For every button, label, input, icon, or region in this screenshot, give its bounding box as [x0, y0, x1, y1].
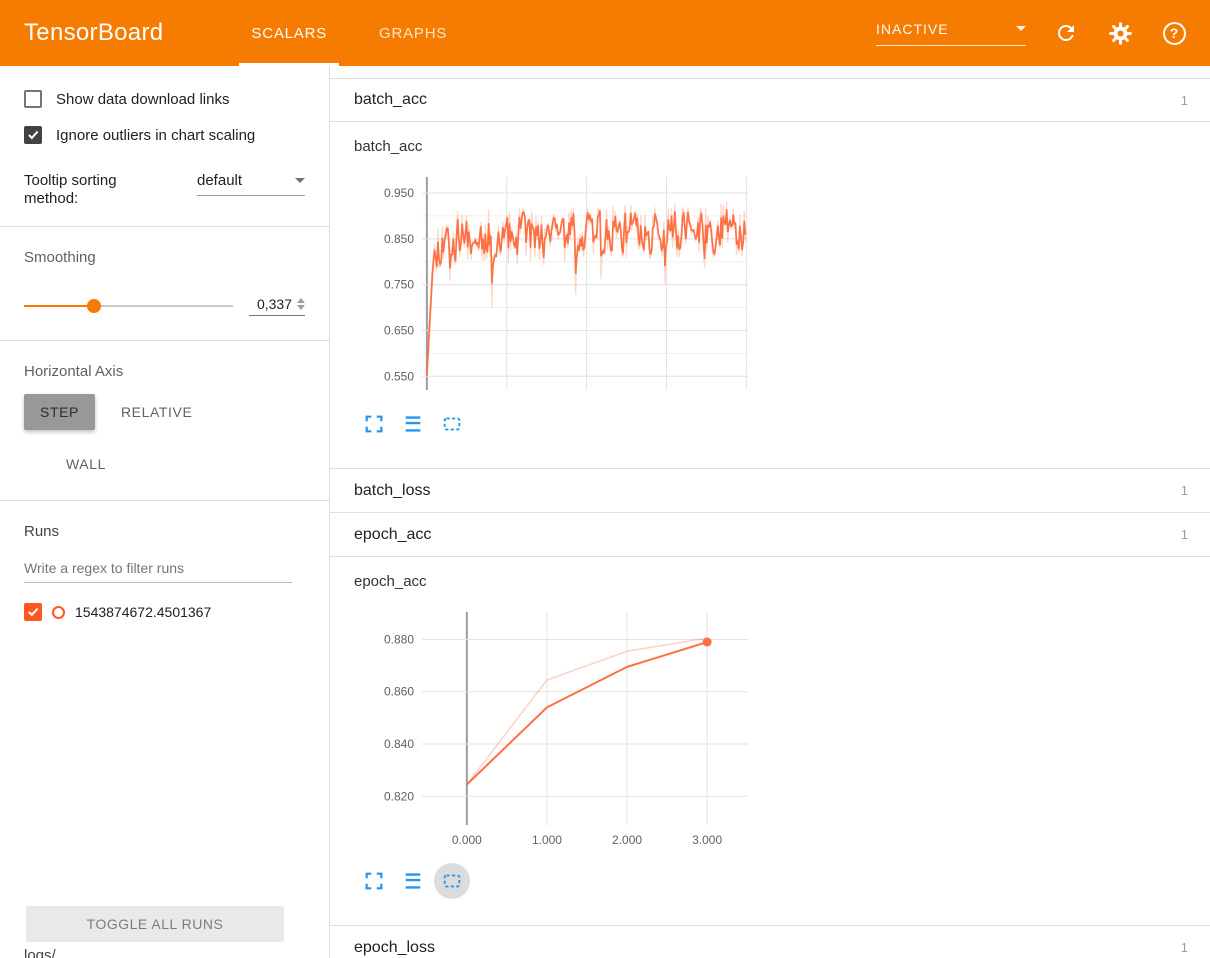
expand-chart-button[interactable]: [356, 863, 392, 899]
svg-text:3.000: 3.000: [692, 833, 722, 847]
epoch-acc-chart[interactable]: 0.820 0.840 0.860 0.880 0.000 1.000 2.000 3.000: [360, 604, 752, 851]
tab-graphs[interactable]: GRAPHS: [353, 0, 473, 66]
category-count: 1: [1181, 527, 1188, 542]
tooltip-sorting-select[interactable]: default: [197, 172, 305, 196]
axis-wall-button[interactable]: WALL: [50, 446, 122, 482]
sidebar: Show data download links Ignore outliers…: [0, 66, 330, 958]
tooltip-sorting-label: Tooltip sorting method:: [24, 172, 154, 208]
svg-text:0.750: 0.750: [384, 278, 414, 292]
download-links-checkbox[interactable]: [24, 90, 42, 108]
expand-chart-button[interactable]: [356, 406, 392, 442]
svg-text:0.850: 0.850: [384, 232, 414, 246]
refresh-icon[interactable]: [1052, 19, 1080, 47]
smoothing-label: Smoothing: [24, 249, 305, 266]
chart-actions: [356, 863, 1210, 899]
category-batch-loss[interactable]: batch_loss 1: [330, 469, 1210, 513]
category-count: 1: [1181, 940, 1188, 955]
tab-graphs-label: GRAPHS: [379, 25, 447, 42]
chevron-down-icon: [1016, 26, 1026, 31]
help-icon[interactable]: ?: [1160, 19, 1188, 47]
category-title: epoch_loss: [354, 939, 435, 957]
fit-domain-icon: [441, 870, 463, 892]
tab-scalars-label: SCALARS: [251, 25, 327, 42]
status-select-value: INACTIVE: [876, 21, 949, 37]
chevron-down-icon: [295, 178, 305, 183]
fullscreen-icon: [363, 870, 385, 892]
log-scale-button[interactable]: [395, 863, 431, 899]
app-title: TensorBoard: [24, 19, 163, 47]
batch-acc-chart[interactable]: 0.550 0.650 0.750 0.850 0.950: [360, 169, 752, 394]
axis-relative-button[interactable]: RELATIVE: [105, 394, 208, 430]
number-spinner[interactable]: [297, 298, 305, 310]
svg-text:2.000: 2.000: [612, 833, 642, 847]
runs-label: Runs: [24, 523, 305, 540]
category-epoch-loss[interactable]: epoch_loss 1: [330, 926, 1210, 958]
toggle-all-runs-button[interactable]: TOGGLE ALL RUNS: [26, 906, 284, 942]
fit-domain-icon: [441, 413, 463, 435]
nav-tabs: SCALARS GRAPHS: [225, 0, 473, 66]
scalars-dashboard: batch_acc 1 batch_acc 0.550 0.650 0.750 0.8…: [330, 66, 1210, 958]
ignore-outliers-label: Ignore outliers in chart scaling: [56, 127, 255, 144]
status-select[interactable]: INACTIVE: [876, 21, 1026, 46]
chart-title: epoch_acc: [354, 573, 1210, 590]
smoothing-slider-thumb[interactable]: [87, 299, 101, 313]
svg-text:0.550: 0.550: [384, 369, 414, 383]
chart-card-epoch-acc: epoch_acc 0.820 0.840 0.860 0.880 0.000 1.000…: [330, 557, 1210, 926]
log-scale-button[interactable]: [395, 406, 431, 442]
run-group-label: logs/: [24, 947, 56, 958]
axis-step-button[interactable]: STEP: [24, 394, 95, 430]
header-actions: INACTIVE: [876, 19, 1188, 47]
svg-text:1.000: 1.000: [532, 833, 562, 847]
spinner-up-icon[interactable]: [297, 298, 305, 303]
svg-text:0.650: 0.650: [384, 323, 414, 337]
category-batch-acc[interactable]: batch_acc 1: [330, 78, 1210, 122]
chart-title: batch_acc: [354, 138, 1210, 155]
app-header: TensorBoard SCALARS GRAPHS INACTIVE: [0, 0, 1210, 66]
download-links-label: Show data download links: [56, 91, 229, 108]
category-count: 1: [1181, 483, 1188, 498]
chart-card-batch-acc: batch_acc 0.550 0.650 0.750 0.850 0.950: [330, 122, 1210, 469]
horizontal-axis-label: Horizontal Axis: [24, 363, 305, 380]
fit-domain-button[interactable]: [434, 406, 470, 442]
tooltip-sorting-value: default: [197, 172, 242, 189]
svg-text:0.840: 0.840: [384, 737, 414, 751]
svg-text:0.860: 0.860: [384, 685, 414, 699]
category-title: epoch_acc: [354, 526, 431, 544]
svg-text:0.880: 0.880: [384, 632, 414, 646]
run-name: 1543874672.4501367: [75, 604, 211, 620]
category-title: batch_loss: [354, 482, 431, 500]
smoothing-slider-fill: [24, 305, 94, 307]
smoothing-value: 0,337: [257, 296, 292, 312]
chart-actions: [356, 406, 1210, 442]
smoothing-value-input[interactable]: 0,337: [249, 296, 305, 316]
fullscreen-icon: [363, 413, 385, 435]
check-icon: [26, 605, 40, 619]
run-list-item[interactable]: 1543874672.4501367: [24, 603, 305, 621]
log-scale-icon: [402, 870, 424, 892]
log-scale-icon: [402, 413, 424, 435]
run-checkbox[interactable]: [24, 603, 42, 621]
fit-domain-button[interactable]: [434, 863, 470, 899]
help-icon-glyph: ?: [1163, 22, 1186, 45]
smoothing-slider[interactable]: [24, 305, 233, 307]
download-links-row[interactable]: Show data download links: [24, 90, 305, 108]
svg-text:0.950: 0.950: [384, 186, 414, 200]
ignore-outliers-checkbox[interactable]: [24, 126, 42, 144]
spinner-down-icon[interactable]: [297, 305, 305, 310]
tab-scalars[interactable]: SCALARS: [225, 0, 353, 66]
gear-icon[interactable]: [1106, 19, 1134, 47]
svg-text:0.820: 0.820: [384, 789, 414, 803]
runs-filter-input[interactable]: [24, 552, 292, 583]
check-icon: [26, 128, 40, 142]
category-title: batch_acc: [354, 91, 427, 109]
category-count: 1: [1181, 93, 1188, 108]
run-color-swatch[interactable]: [52, 606, 65, 619]
ignore-outliers-row[interactable]: Ignore outliers in chart scaling: [24, 126, 305, 144]
category-epoch-acc[interactable]: epoch_acc 1: [330, 513, 1210, 557]
svg-text:0.000: 0.000: [452, 833, 482, 847]
